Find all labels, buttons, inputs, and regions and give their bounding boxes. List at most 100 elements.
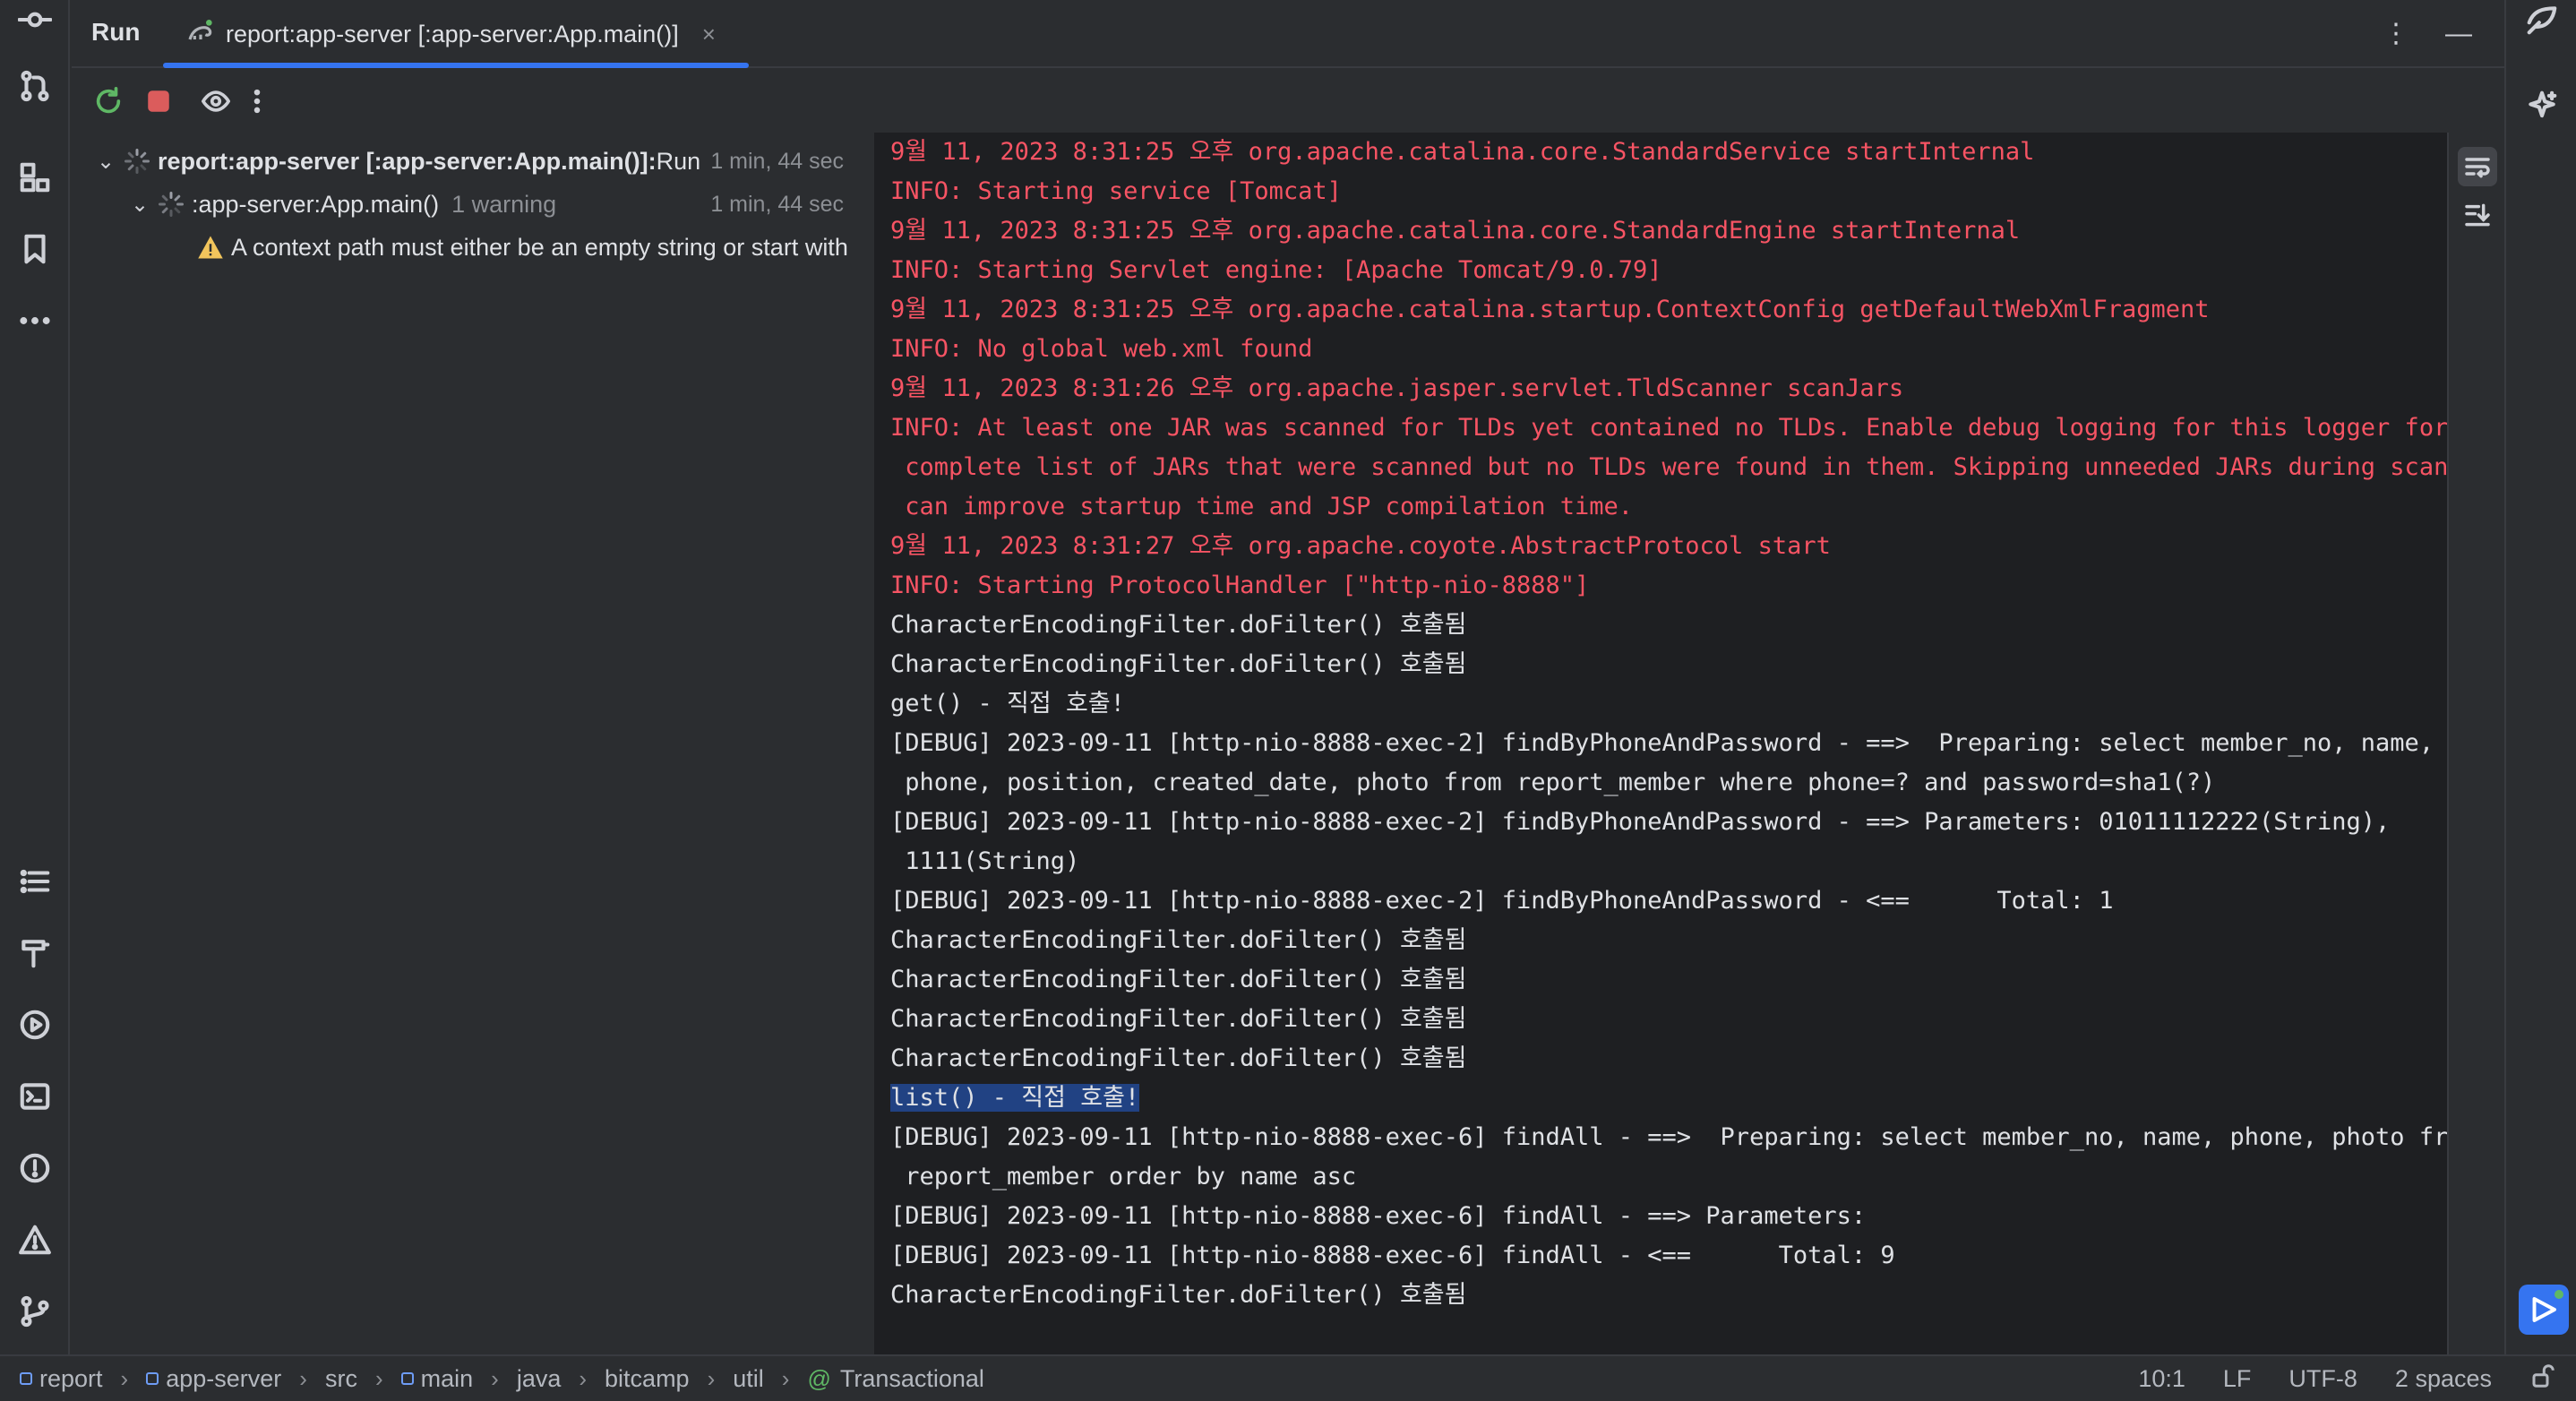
terminal-icon[interactable] <box>15 1077 55 1116</box>
warnings-icon[interactable] <box>15 1220 55 1259</box>
chevron-right-icon: › <box>579 1364 588 1392</box>
module-icon <box>146 1372 159 1385</box>
build-icon[interactable] <box>15 933 55 973</box>
console-line: report_member order by name asc <box>890 1163 1357 1190</box>
console-line: 9월 11, 2023 8:31:25 오후 org.apache.catali… <box>890 296 2210 323</box>
chevron-right-icon: › <box>299 1364 307 1392</box>
chevron-right-icon: › <box>781 1364 790 1392</box>
console-line: [DEBUG] 2023-09-11 [http-nio-8888-exec-2… <box>890 808 2391 836</box>
unlock-icon[interactable] <box>2529 1362 2556 1396</box>
status-widgets: 10:1 LF UTF-8 2 spaces <box>2138 1356 2556 1401</box>
breadcrumb-label: util <box>733 1364 764 1392</box>
chevron-down-icon[interactable]: ⌄ <box>93 149 118 175</box>
console-line: INFO: Starting service [Tomcat] <box>890 177 1342 205</box>
minimize-icon[interactable]: — <box>2445 16 2472 52</box>
soft-wrap-icon[interactable] <box>2458 147 2497 186</box>
spinner-icon <box>125 149 150 174</box>
run-widget-icon[interactable] <box>2519 1285 2569 1335</box>
selected-text: list() - 직접 호출! <box>890 1084 1140 1112</box>
file-encoding[interactable]: UTF-8 <box>2288 1365 2357 1393</box>
structure-icon[interactable] <box>15 158 55 197</box>
console-line: can improve startup time and JSP compila… <box>890 493 1634 520</box>
more-actions-icon[interactable] <box>238 82 276 120</box>
console-line: [DEBUG] 2023-09-11 [http-nio-8888-exec-6… <box>890 1123 2447 1151</box>
console-line: list() - 직접 호출! <box>890 1079 2447 1118</box>
options-menu-icon[interactable]: ⋮ <box>2383 16 2409 52</box>
tab-close-icon[interactable]: × <box>702 21 716 48</box>
breadcrumb-label: main <box>420 1364 474 1392</box>
tree-child-label: :app-server:App.main() <box>192 190 440 218</box>
tab-title: report:app-server [:app-server:App.main(… <box>226 20 679 47</box>
breadcrumb-label: Transactional <box>839 1364 984 1392</box>
tool-tab-bar: Run report:app-server [:app-server:App.m… <box>72 0 2504 68</box>
console-lines: 9월 11, 2023 8:31:25 오후 org.apache.catali… <box>890 133 2447 1315</box>
run-tree: ⌄ report:app-server [:app-server:App.mai… <box>72 133 874 1354</box>
warning-message: A context path must either be an empty s… <box>231 233 848 261</box>
console-line: CharacterEncodingFilter.doFilter() 호출됨 <box>890 611 1467 639</box>
bookmarks-icon[interactable] <box>15 229 55 269</box>
console-line: 9월 11, 2023 8:31:25 오후 org.apache.catali… <box>890 138 2035 166</box>
console-line: CharacterEncodingFilter.doFilter() 호출됨 <box>890 1044 1467 1072</box>
breadcrumb-item[interactable]: bitcamp <box>605 1365 690 1393</box>
console-line: INFO: Starting Servlet engine: [Apache T… <box>890 256 1662 284</box>
breadcrumb-item[interactable]: util <box>733 1365 764 1393</box>
run-tool-window: Run report:app-server [:app-server:App.m… <box>72 0 2504 1354</box>
problems-icon[interactable] <box>15 1148 55 1188</box>
breadcrumb-item[interactable]: @ Transactional <box>807 1365 983 1393</box>
breadcrumb-item[interactable]: main <box>400 1364 474 1393</box>
breadcrumb-label: src <box>324 1364 357 1392</box>
more-tools-icon[interactable] <box>15 301 55 340</box>
console-line: CharacterEncodingFilter.doFilter() 호출됨 <box>890 926 1467 954</box>
breadcrumb-item[interactable]: src <box>325 1365 357 1393</box>
breadcrumb-label: app-server <box>166 1364 282 1392</box>
tab-bar-actions: ⋮ — <box>2383 16 2472 52</box>
warning-icon <box>198 236 223 259</box>
line-ending[interactable]: LF <box>2223 1365 2252 1393</box>
console-line: [DEBUG] 2023-09-11 [http-nio-8888-exec-2… <box>890 729 2434 757</box>
gradle-run-icon <box>186 18 215 51</box>
chevron-down-icon[interactable]: ⌄ <box>127 192 152 218</box>
scroll-to-end-icon[interactable] <box>2458 195 2497 235</box>
git-icon[interactable] <box>15 1292 55 1331</box>
console-line: 1111(String) <box>890 847 1080 875</box>
module-icon <box>400 1372 414 1385</box>
todo-icon[interactable] <box>15 862 55 901</box>
console-output[interactable]: 9월 11, 2023 8:31:25 오후 org.apache.catali… <box>874 133 2447 1354</box>
console-line: phone, position, created_date, photo fro… <box>890 769 2216 796</box>
console-line: 9월 11, 2023 8:31:26 오후 org.apache.jasper… <box>890 374 1904 402</box>
warning-count-badge: 1 warning <box>451 190 557 218</box>
chevron-right-icon: › <box>374 1364 383 1392</box>
stop-icon[interactable] <box>140 82 177 120</box>
breadcrumb-item[interactable]: java <box>517 1365 562 1393</box>
rerun-icon[interactable] <box>90 82 127 120</box>
tree-root-suffix: Run <box>656 147 701 175</box>
tree-child-time: 1 min, 44 sec <box>710 191 844 217</box>
console-side-toolbar <box>2447 133 2504 1354</box>
caret-position[interactable]: 10:1 <box>2138 1365 2185 1393</box>
breadcrumb-item[interactable]: report <box>20 1365 103 1393</box>
services-icon[interactable] <box>15 1005 55 1044</box>
console-line: INFO: Starting ProtocolHandler ["http-ni… <box>890 572 1590 599</box>
module-icon <box>20 1372 32 1385</box>
tab-run-configuration[interactable]: report:app-server [:app-server:App.main(… <box>165 0 735 68</box>
indent-setting[interactable]: 2 spaces <box>2395 1365 2492 1393</box>
breadcrumb-item[interactable]: app-server <box>146 1365 281 1393</box>
commit-icon[interactable] <box>15 0 55 39</box>
console-line: CharacterEncodingFilter.doFilter() 호출됨 <box>890 1281 1467 1309</box>
console-line: [DEBUG] 2023-09-11 [http-nio-8888-exec-6… <box>890 1242 1895 1269</box>
chevron-right-icon: › <box>491 1364 499 1392</box>
pull-requests-icon[interactable] <box>15 66 55 106</box>
ai-assistant-icon[interactable] <box>2522 86 2562 125</box>
show-passed-icon[interactable] <box>197 82 235 120</box>
notifications-icon[interactable] <box>2522 0 2562 39</box>
breadcrumb: report › app-server › src › main › java › bitcamp ›… <box>20 1356 984 1401</box>
console-line: 9월 11, 2023 8:31:27 오후 org.apache.coyote… <box>890 532 1831 560</box>
tree-warning-row[interactable]: A context path must either be an empty s… <box>197 228 874 267</box>
console-line: 9월 11, 2023 8:31:25 오후 org.apache.catali… <box>890 217 2021 245</box>
active-tab-indicator <box>163 63 749 68</box>
console-line: INFO: No global web.xml found <box>890 335 1313 363</box>
tree-root-row[interactable]: ⌄ report:app-server [:app-server:App.mai… <box>93 142 874 181</box>
console-line: CharacterEncodingFilter.doFilter() 호출됨 <box>890 966 1467 993</box>
tab-run-label[interactable]: Run <box>91 18 140 47</box>
tree-child-row[interactable]: ⌄ :app-server:App.main() 1 warning 1 min… <box>127 185 874 224</box>
